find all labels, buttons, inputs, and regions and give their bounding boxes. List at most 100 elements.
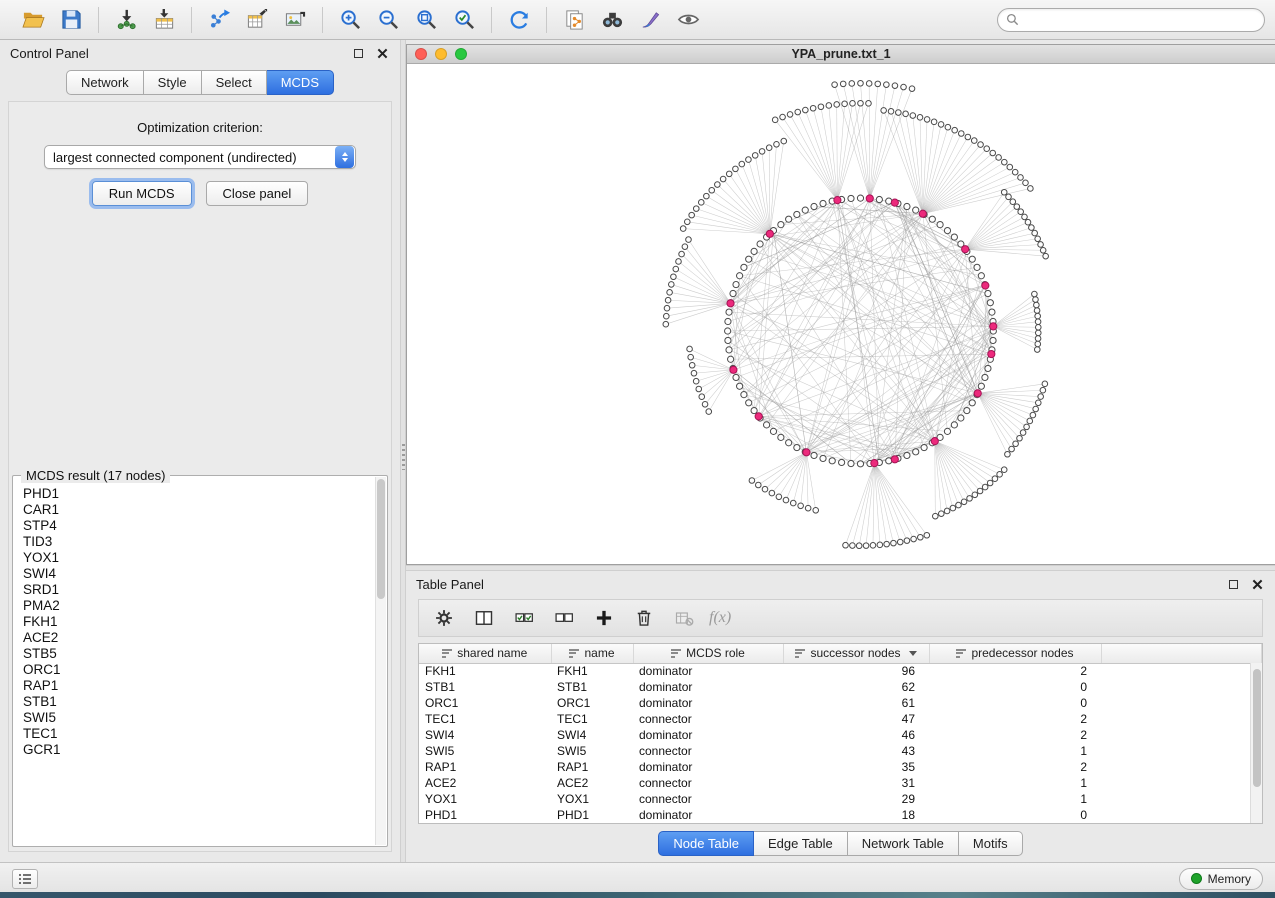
mcds-result-item[interactable]: SWI4 [23, 566, 387, 582]
leaf-node[interactable] [965, 134, 971, 140]
leaf-node[interactable] [1040, 247, 1046, 253]
network-node[interactable] [770, 428, 776, 434]
leaf-node[interactable] [1034, 302, 1040, 308]
leaf-node[interactable] [688, 354, 694, 360]
mcds-node[interactable] [727, 300, 734, 307]
close-table-panel-icon[interactable] [1249, 576, 1265, 592]
leaf-node[interactable] [769, 490, 775, 496]
leaf-node[interactable] [780, 114, 786, 120]
float-panel-icon[interactable] [350, 45, 366, 61]
mcds-node[interactable] [931, 438, 938, 445]
tab-network[interactable]: Network [66, 70, 144, 95]
mcds-node[interactable] [982, 282, 989, 289]
leaf-node[interactable] [931, 119, 937, 125]
network-node[interactable] [730, 290, 736, 296]
leaf-node[interactable] [783, 497, 789, 503]
leaf-node[interactable] [699, 394, 705, 400]
leaf-node[interactable] [671, 274, 677, 280]
network-node[interactable] [839, 459, 845, 465]
network-node[interactable] [985, 290, 991, 296]
leaf-node[interactable] [938, 511, 944, 517]
mcds-result-item[interactable]: STP4 [23, 518, 387, 534]
leaf-node[interactable] [739, 161, 745, 167]
leaf-node[interactable] [884, 541, 890, 547]
leaf-node[interactable] [1030, 412, 1036, 418]
zoom-selected-icon[interactable] [447, 5, 481, 35]
leaf-node[interactable] [850, 543, 856, 549]
network-node[interactable] [974, 264, 980, 270]
minimize-window-icon[interactable] [435, 48, 447, 60]
leaf-node[interactable] [1013, 441, 1019, 447]
mcds-result-item[interactable]: TID3 [23, 534, 387, 550]
leaf-node[interactable] [982, 484, 988, 490]
table-row[interactable]: YOX1YOX1connector291 [419, 791, 1262, 807]
mcds-result-item[interactable]: FKH1 [23, 614, 387, 630]
leaf-node[interactable] [702, 401, 708, 407]
network-node[interactable] [958, 415, 964, 421]
leaf-node[interactable] [850, 101, 856, 107]
leaf-node[interactable] [840, 81, 846, 87]
leaf-node[interactable] [1038, 394, 1044, 400]
leaf-node[interactable] [1035, 330, 1041, 336]
network-node[interactable] [802, 207, 808, 213]
leaf-node[interactable] [733, 166, 739, 172]
mcds-node[interactable] [803, 449, 810, 456]
leaf-node[interactable] [909, 86, 915, 92]
mcds-node[interactable] [988, 350, 995, 357]
leaf-node[interactable] [1035, 336, 1041, 342]
mcds-node[interactable] [891, 456, 898, 463]
network-node[interactable] [944, 428, 950, 434]
leaf-node[interactable] [924, 117, 930, 123]
network-node[interactable] [778, 434, 784, 440]
leaf-node[interactable] [1024, 424, 1030, 430]
leaf-node[interactable] [1014, 204, 1020, 210]
network-node[interactable] [786, 440, 792, 446]
leaf-node[interactable] [696, 386, 702, 392]
leaf-node[interactable] [673, 266, 679, 272]
leaf-node[interactable] [762, 486, 768, 492]
select-all-rows-icon[interactable] [509, 604, 539, 632]
leaf-node[interactable] [798, 503, 804, 509]
table-scrollbar[interactable] [1250, 663, 1262, 823]
leaf-node[interactable] [945, 124, 951, 130]
leaf-node[interactable] [1027, 418, 1033, 424]
network-node[interactable] [751, 248, 757, 254]
leaf-node[interactable] [896, 110, 902, 116]
network-node[interactable] [794, 211, 800, 217]
network-node[interactable] [857, 461, 863, 467]
network-node[interactable] [978, 273, 984, 279]
leaf-node[interactable] [901, 84, 907, 90]
leaf-node[interactable] [684, 219, 690, 225]
leaf-node[interactable] [749, 478, 755, 484]
mcds-result-item[interactable]: ORC1 [23, 662, 387, 678]
vertical-splitter[interactable] [400, 40, 406, 862]
copy-share-icon[interactable] [557, 5, 591, 35]
leaf-node[interactable] [984, 146, 990, 152]
leaf-node[interactable] [843, 542, 849, 548]
leaf-node[interactable] [870, 543, 876, 549]
leaf-node[interactable] [950, 505, 956, 511]
network-node[interactable] [726, 347, 732, 353]
leaf-node[interactable] [818, 104, 824, 110]
leaf-node[interactable] [667, 290, 673, 296]
leaf-node[interactable] [972, 492, 978, 498]
leaf-node[interactable] [938, 122, 944, 128]
network-node[interactable] [741, 392, 747, 398]
network-node[interactable] [951, 422, 957, 428]
mcds-result-list[interactable]: PHD1CAR1STP4TID3YOX1SWI4SRD1PMA2FKH1ACE2… [13, 476, 387, 846]
network-node[interactable] [751, 407, 757, 413]
refresh-view-icon[interactable] [502, 5, 536, 35]
export-table-icon[interactable] [240, 5, 274, 35]
network-node[interactable] [728, 356, 734, 362]
leaf-node[interactable] [1035, 400, 1041, 406]
leaf-node[interactable] [790, 500, 796, 506]
tab-node-table[interactable]: Node Table [658, 831, 754, 856]
memory-button[interactable]: Memory [1179, 868, 1263, 890]
leaf-node[interactable] [1043, 253, 1049, 259]
leaf-node[interactable] [752, 153, 758, 159]
leaf-node[interactable] [877, 542, 883, 548]
table-row[interactable]: STB1STB1dominator620 [419, 679, 1262, 695]
leaf-node[interactable] [918, 534, 924, 540]
leaf-node[interactable] [787, 112, 793, 118]
leaf-node[interactable] [866, 101, 872, 107]
